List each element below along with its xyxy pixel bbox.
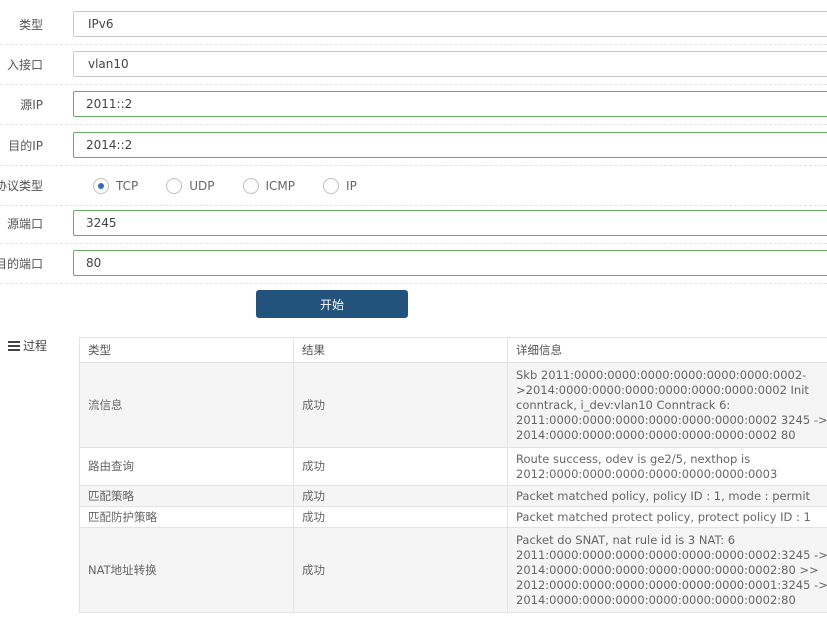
dst-port-input[interactable]: 80: [73, 250, 827, 276]
type-label: 类型: [18, 17, 43, 32]
src-ip-label: 源IP: [20, 97, 43, 112]
row-detail-cell: Packet matched policy, policy ID : 1, mo…: [507, 485, 827, 507]
process-heading: 过程: [8, 337, 47, 354]
row-type-cell: 匹配防护策略: [79, 506, 294, 528]
list-icon: [8, 340, 20, 351]
type-row: 类型 IPv6: [0, 4, 827, 45]
src-port-label: 源端口: [6, 216, 43, 231]
detail-line: Packet do SNAT, nat rule id is 3 NAT: 6: [516, 532, 736, 547]
detail-line: Skb 2011:0000:0000:0000:0000:0000:0000:0…: [516, 367, 807, 382]
in-interface-select[interactable]: vlan10: [73, 51, 827, 77]
dst-port-label: 目的端口: [0, 256, 43, 271]
detail-line: 2012:0000:0000:0000:0000:0000:0000:0001:…: [516, 577, 827, 592]
detail-line: Packet matched protect policy, protect p…: [516, 509, 811, 524]
in-interface-row: 入接口 vlan10: [0, 44, 827, 85]
row-type-cell: NAT地址转换: [79, 527, 294, 613]
table-row: 路由查询 成功 Route success, odev is ge2/5, ne…: [79, 447, 827, 486]
src-port-input[interactable]: 3245: [73, 210, 827, 236]
row-detail-cell: Packet do SNAT, nat rule id is 3 NAT: 6 …: [507, 527, 827, 613]
protocol-radio-icmp[interactable]: ICMP: [242, 178, 296, 194]
row-detail-cell: Skb 2011:0000:0000:0000:0000:0000:0000:0…: [507, 362, 827, 448]
table-row: 匹配策略 成功 Packet matched policy, policy ID…: [79, 485, 827, 507]
row-result-cell: 成功: [293, 447, 508, 486]
dst-ip-label: 目的IP: [8, 138, 43, 153]
column-header-detail: 详细信息: [507, 337, 827, 363]
detail-line: 2014:0000:0000:0000:0000:0000:0000:0002:…: [516, 562, 819, 577]
detail-line: 2012:0000:0000:0000:0000:0000:0000:0003: [516, 466, 778, 481]
start-button[interactable]: 开始: [256, 290, 408, 318]
detail-line: Route success, odev is ge2/5, nexthop is: [516, 451, 751, 466]
process-title: 过程: [23, 339, 48, 353]
radio-unchecked-icon: [242, 178, 259, 194]
row-type-cell: 路由查询: [79, 447, 294, 486]
protocol-option-label: IP: [346, 179, 357, 193]
row-type-cell: 匹配策略: [79, 485, 294, 507]
protocol-option-label: TCP: [116, 179, 139, 193]
row-detail-cell: Route success, odev is ge2/5, nexthop is…: [507, 447, 827, 486]
row-result-cell: 成功: [293, 362, 508, 448]
column-header-type: 类型: [79, 337, 294, 363]
row-type-cell: 流信息: [79, 362, 294, 448]
trace-table: 类型 结果 详细信息 流信息 成功 Skb 2011:0000:0000:000…: [79, 337, 827, 613]
type-select[interactable]: IPv6: [73, 11, 827, 37]
src-ip-row: 源IP 2011::2: [0, 84, 827, 125]
protocol-option-label: UDP: [189, 179, 215, 193]
table-row: NAT地址转换 成功 Packet do SNAT, nat rule id i…: [79, 527, 827, 613]
protocol-radio-udp[interactable]: UDP: [166, 178, 215, 194]
detail-line: 2011:0000:0000:0000:0000:0000:0000:0002 …: [516, 412, 827, 427]
table-header-row: 类型 结果 详细信息: [79, 337, 827, 363]
row-result-cell: 成功: [293, 506, 508, 528]
radio-unchecked-icon: [323, 178, 340, 194]
row-detail-cell: Packet matched protect policy, protect p…: [507, 506, 827, 528]
dst-port-row: 目的端口 80: [0, 243, 827, 284]
protocol-row: 协议类型 TCP UDP ICMP IP: [0, 165, 827, 206]
table-row: 流信息 成功 Skb 2011:0000:0000:0000:0000:0000…: [79, 362, 827, 448]
detail-line: 2011:0000:0000:0000:0000:0000:0000:0002:…: [516, 547, 827, 562]
src-port-row: 源端口 3245: [0, 203, 827, 244]
radio-unchecked-icon: [166, 178, 183, 194]
row-result-cell: 成功: [293, 485, 508, 507]
column-header-result: 结果: [293, 337, 508, 363]
table-row: 匹配防护策略 成功 Packet matched protect policy,…: [79, 506, 827, 528]
protocol-option-label: ICMP: [265, 179, 296, 193]
src-ip-input[interactable]: 2011::2: [73, 91, 827, 117]
detail-line: conntrack, i_dev:vlan10 Conntrack 6:: [516, 397, 731, 412]
protocol-radio-tcp[interactable]: TCP: [93, 178, 138, 194]
protocol-radio-group: TCP UDP ICMP IP: [93, 175, 385, 197]
dst-ip-input[interactable]: 2014::2: [73, 132, 827, 158]
in-interface-label: 入接口: [6, 57, 43, 72]
protocol-label: 协议类型: [0, 178, 43, 193]
dst-ip-row: 目的IP 2014::2: [0, 125, 827, 166]
detail-line: >2014:0000:0000:0000:0000:0000:0000:0002…: [516, 382, 809, 397]
row-result-cell: 成功: [293, 527, 508, 613]
detail-line: 2014:0000:0000:0000:0000:0000:0000:0002 …: [516, 427, 796, 442]
radio-checked-icon: [93, 178, 109, 194]
detail-line: Packet matched policy, policy ID : 1, mo…: [516, 488, 811, 503]
detail-line: 2014:0000:0000:0000:0000:0000:0000:0002:…: [516, 592, 796, 607]
protocol-radio-ip[interactable]: IP: [323, 178, 357, 194]
